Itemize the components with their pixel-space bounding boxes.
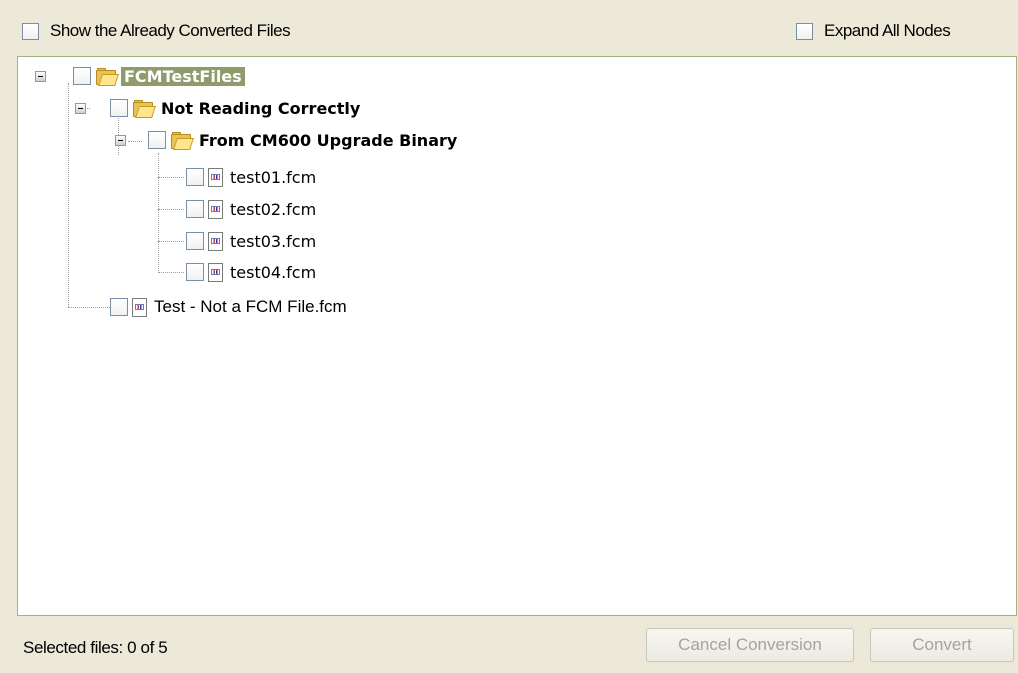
tree-node-root[interactable]: FCMTestFiles bbox=[73, 64, 245, 88]
tree-node-folder1[interactable]: Not Reading Correctly bbox=[110, 96, 360, 120]
tree-node-file[interactable]: test03.fcm bbox=[186, 229, 316, 253]
tree-node-label[interactable]: From CM600 Upgrade Binary bbox=[199, 131, 457, 150]
selected-files-status: Selected files: 0 of 5 bbox=[23, 638, 168, 657]
tree-checkbox[interactable] bbox=[148, 131, 166, 149]
tree-node-file[interactable]: Test - Not a FCM File.fcm bbox=[110, 295, 347, 319]
file-icon bbox=[208, 262, 223, 282]
show-converted-checkbox-box[interactable] bbox=[22, 22, 39, 40]
tree-line bbox=[158, 153, 159, 273]
tree-line bbox=[158, 241, 184, 242]
folder-open-icon bbox=[171, 131, 194, 150]
tree-line bbox=[128, 141, 142, 142]
tree-node-folder2[interactable]: From CM600 Upgrade Binary bbox=[148, 128, 457, 152]
tree-checkbox[interactable] bbox=[186, 263, 204, 281]
tree-line bbox=[158, 209, 184, 210]
collapse-folder1-icon[interactable] bbox=[75, 103, 86, 114]
convert-button[interactable]: Convert bbox=[870, 628, 1014, 662]
tree-checkbox[interactable] bbox=[186, 168, 204, 186]
tree-node-label[interactable]: FCMTestFiles bbox=[121, 66, 245, 86]
expand-all-label: Expand All Nodes bbox=[824, 21, 951, 40]
show-converted-files-checkbox[interactable]: Show the Already Converted Files bbox=[22, 19, 291, 43]
show-converted-label: Show the Already Converted Files bbox=[50, 21, 291, 40]
tree-checkbox[interactable] bbox=[186, 232, 204, 250]
collapse-root-icon[interactable] bbox=[35, 71, 46, 82]
folder-open-icon bbox=[96, 67, 119, 86]
tree-node-file[interactable]: test01.fcm bbox=[186, 165, 316, 189]
file-icon bbox=[208, 199, 223, 219]
tree-checkbox[interactable] bbox=[186, 200, 204, 218]
tree-node-label[interactable]: test01.fcm bbox=[230, 168, 316, 187]
tree-node-label[interactable]: Not Reading Correctly bbox=[161, 99, 360, 118]
tree-checkbox[interactable] bbox=[110, 99, 128, 117]
expand-all-nodes-checkbox[interactable]: Expand All Nodes bbox=[796, 19, 951, 43]
tree-node-file[interactable]: test02.fcm bbox=[186, 197, 316, 221]
folder-open-icon bbox=[133, 99, 156, 118]
file-icon bbox=[132, 297, 147, 317]
tree-line bbox=[158, 177, 184, 178]
file-tree[interactable]: FCMTestFiles Not Reading Correctly From … bbox=[17, 56, 1017, 616]
tree-line bbox=[68, 83, 69, 307]
tree-line bbox=[68, 307, 110, 308]
tree-node-label[interactable]: test03.fcm bbox=[230, 232, 316, 251]
cancel-conversion-button[interactable]: Cancel Conversion bbox=[646, 628, 854, 662]
collapse-folder2-icon[interactable] bbox=[115, 135, 126, 146]
expand-all-checkbox-box[interactable] bbox=[796, 22, 813, 40]
tree-checkbox[interactable] bbox=[73, 67, 91, 85]
file-icon bbox=[208, 167, 223, 187]
file-icon bbox=[208, 231, 223, 251]
tree-node-label[interactable]: Test - Not a FCM File.fcm bbox=[154, 297, 347, 317]
tree-node-file[interactable]: test04.fcm bbox=[186, 260, 316, 284]
tree-checkbox[interactable] bbox=[110, 298, 128, 316]
tree-node-label[interactable]: test04.fcm bbox=[230, 263, 316, 282]
tree-node-label[interactable]: test02.fcm bbox=[230, 200, 316, 219]
tree-line bbox=[158, 272, 184, 273]
